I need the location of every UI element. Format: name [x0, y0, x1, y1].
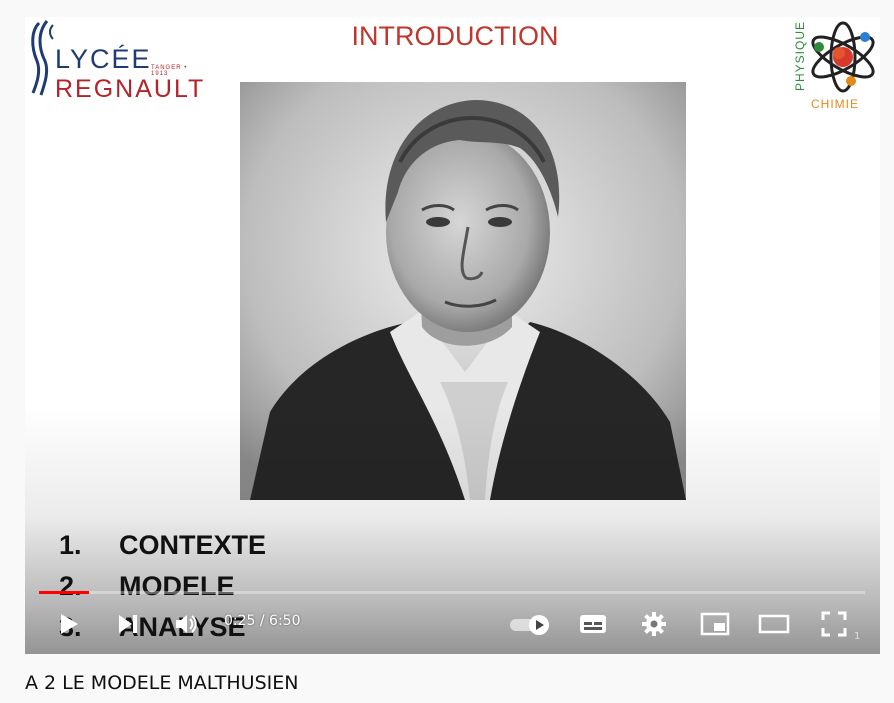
miniplayer-icon: [700, 612, 730, 636]
corner-badge: 1: [854, 631, 861, 642]
next-button[interactable]: [113, 609, 143, 639]
physique-chimie-logo: PHYSIQUE CHIMIE: [787, 19, 879, 114]
video-player[interactable]: LYCÉE TANGER • 1913 REGNAULT INTRODUCTIO…: [25, 17, 880, 654]
volume-icon: [176, 615, 197, 633]
slide-title: INTRODUCTION: [351, 21, 559, 51]
play-icon: [61, 614, 78, 634]
outline-item-label: CONTEXTE: [119, 530, 267, 560]
fullscreen-icon: [821, 611, 847, 637]
video-title: A 2 LE MODELE MALTHUSIEN: [25, 672, 299, 694]
subtitles-icon: [580, 615, 606, 633]
gear-icon: [642, 612, 666, 636]
theater-mode-button[interactable]: [757, 609, 791, 639]
portrait-image: [240, 82, 686, 500]
autoplay-toggle-icon: [510, 615, 549, 635]
outline-item: 2. MODELE: [59, 566, 266, 607]
time-display: 0:25 / 6:50: [224, 613, 301, 629]
logo-horizontal-text: CHIMIE: [811, 97, 859, 111]
autoplay-toggle[interactable]: [508, 612, 552, 636]
slide-outline: 1.CONTEXTE 2.MODELE 3.ANALYSE: [59, 525, 266, 648]
fullscreen-button[interactable]: [819, 609, 849, 639]
theater-mode-icon: [758, 614, 790, 634]
play-button[interactable]: [54, 609, 84, 639]
subtitles-button[interactable]: [578, 609, 608, 639]
outline-item-label: MODELE: [119, 571, 235, 601]
progress-bar-played: [39, 591, 90, 594]
miniplayer-button[interactable]: [699, 609, 731, 639]
volume-button[interactable]: [171, 609, 201, 639]
school-name-line2: REGNAULT: [55, 75, 206, 103]
progress-bar[interactable]: [39, 591, 865, 594]
outline-item: 1. CONTEXTE: [59, 525, 266, 566]
next-icon: [119, 615, 137, 633]
outline-item-number: 2.: [59, 571, 82, 601]
school-logo: LYCÉE TANGER • 1913 REGNAULT: [27, 17, 207, 103]
atom-icon: [811, 21, 875, 93]
outline-item-number: 1.: [59, 530, 82, 560]
settings-button[interactable]: [639, 609, 669, 639]
school-name-line1: LYCÉE: [55, 44, 152, 74]
